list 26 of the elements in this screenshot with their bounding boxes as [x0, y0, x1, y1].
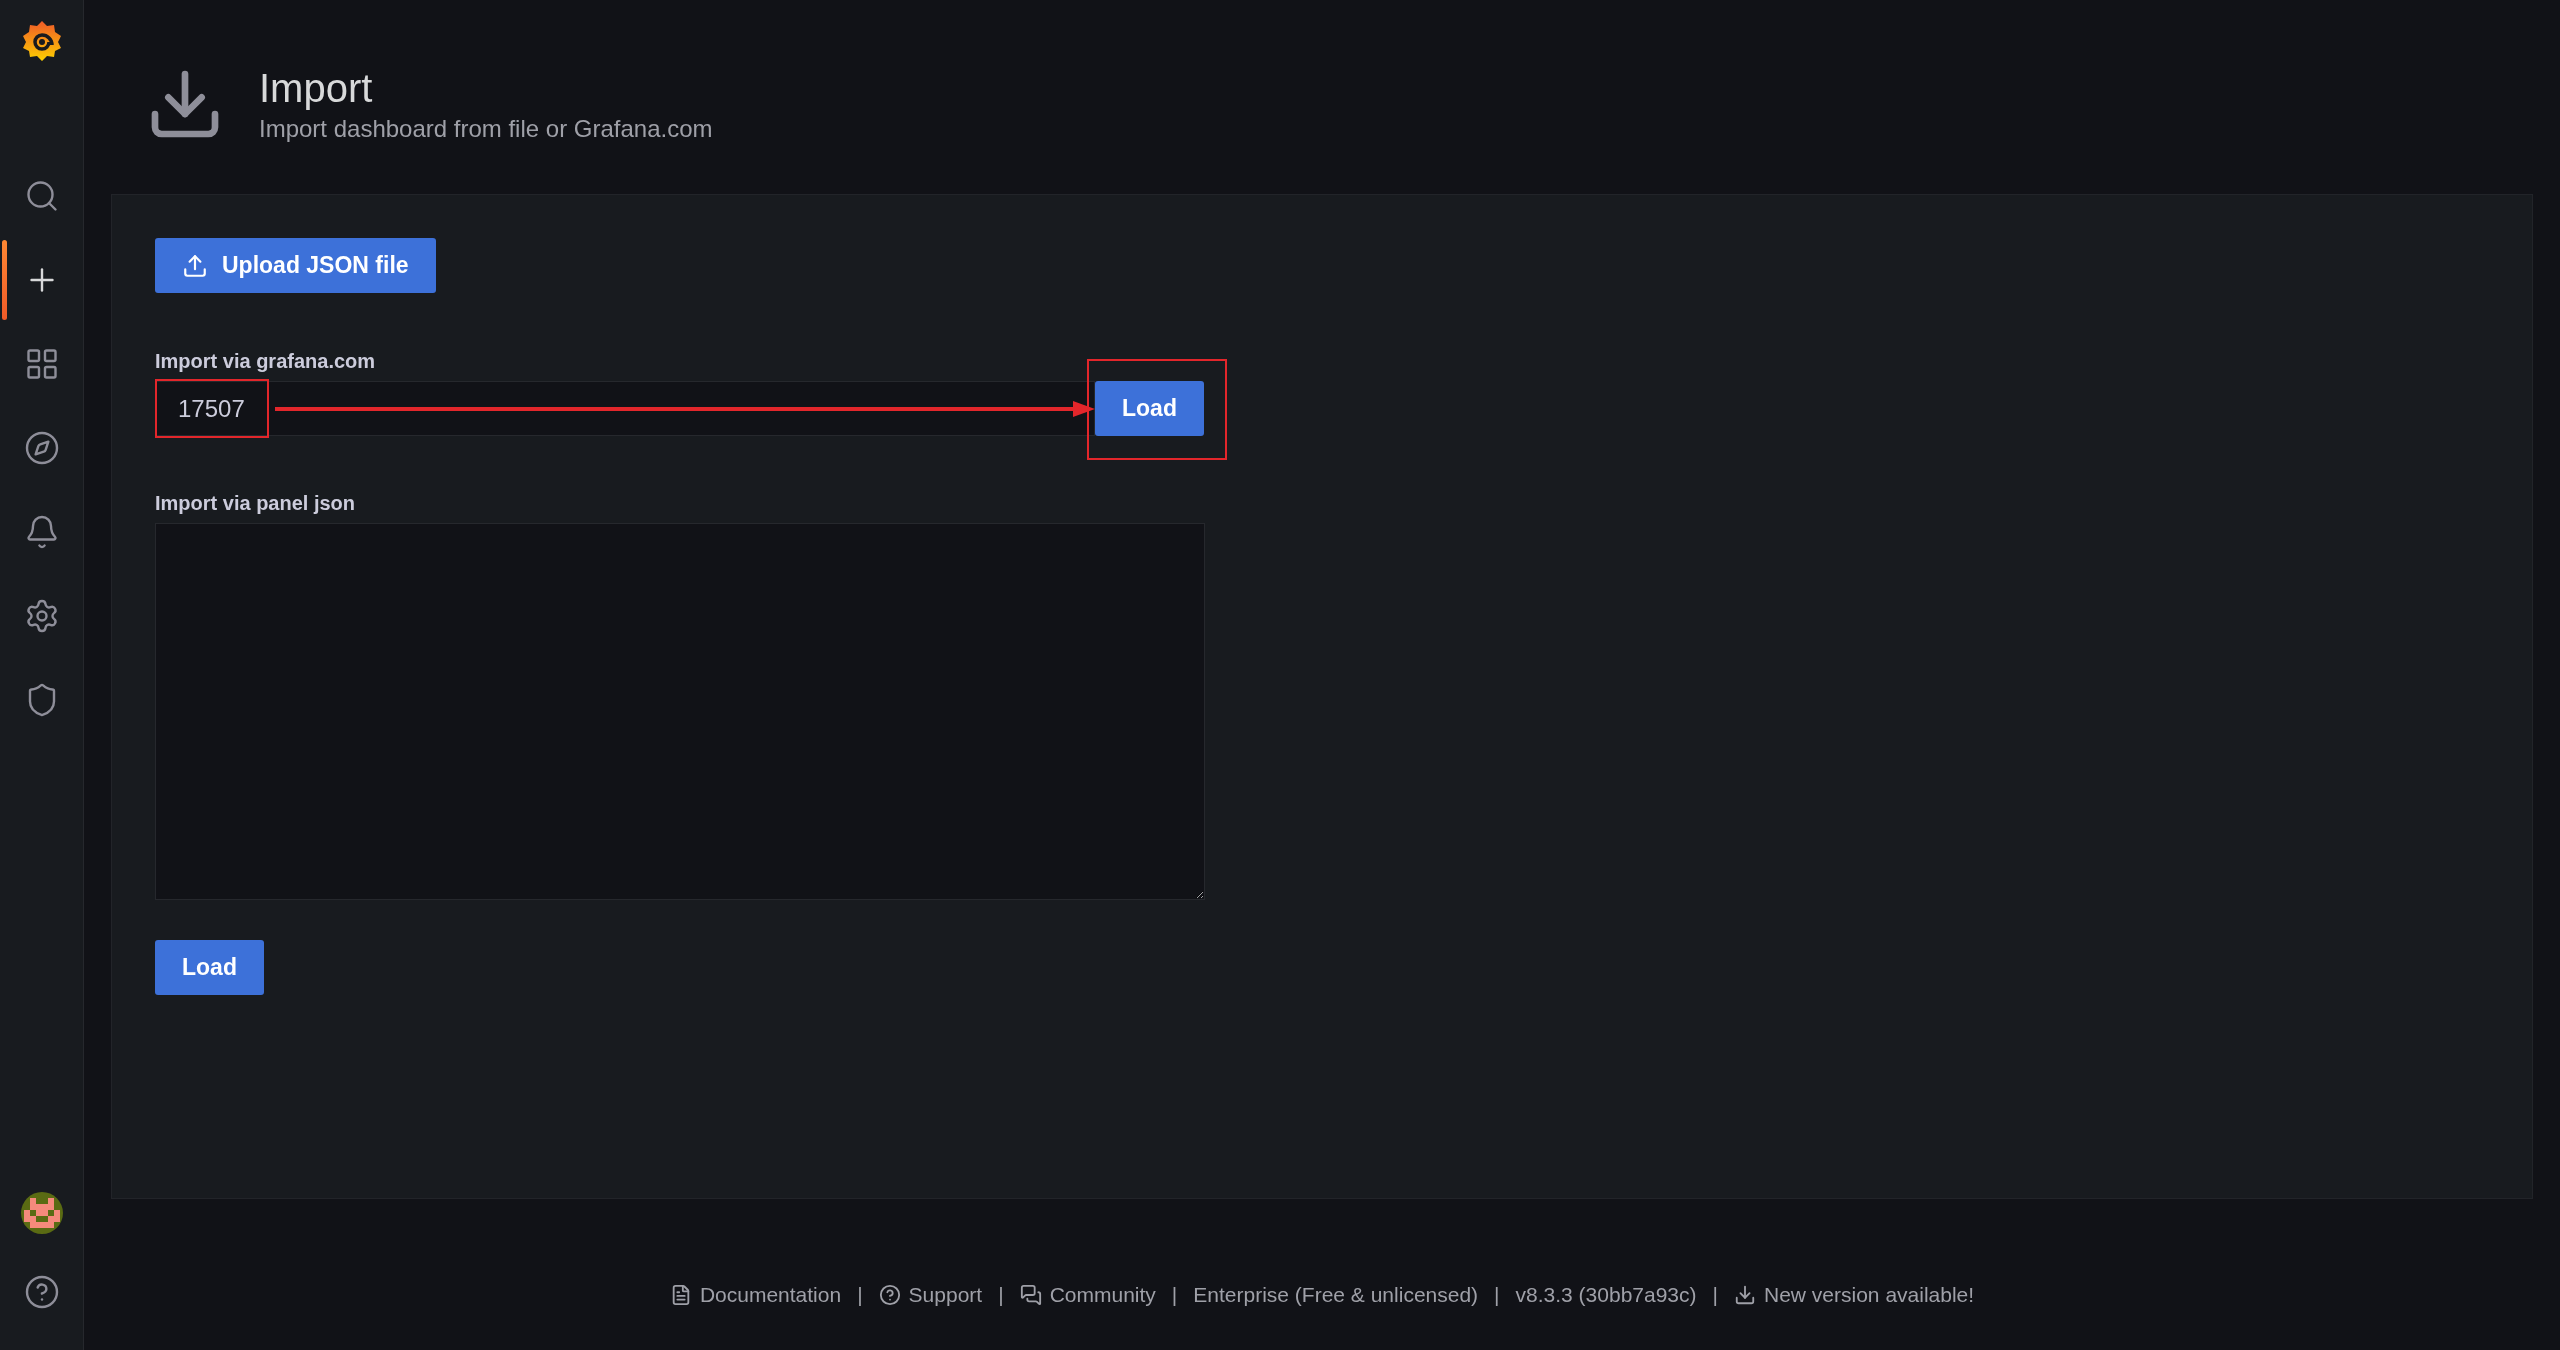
footer-link[interactable]: New version available! [1734, 1282, 1975, 1307]
field-label: Import via grafana.com [155, 350, 376, 373]
avatar-icon[interactable] [20, 1192, 63, 1234]
help-icon [878, 1283, 901, 1306]
load-button[interactable]: Load [155, 940, 264, 995]
input-field[interactable]: 17507 [155, 381, 1095, 436]
footer-separator: | [1712, 1282, 1718, 1307]
footer-separator: | [857, 1282, 863, 1307]
page-subtitle: Import dashboard from file or Grafana.com [259, 114, 713, 143]
chat-icon [1019, 1283, 1042, 1306]
upload-icon [182, 252, 208, 279]
upload-button[interactable]: Upload JSON file [155, 238, 436, 293]
page-title: Import [259, 65, 374, 111]
field-label: Import via panel json [155, 492, 356, 515]
footer-link[interactable]: Support [878, 1282, 983, 1307]
footer-text: v8.3.3 (30bb7a93c) [1515, 1282, 1697, 1307]
footer-separator: | [998, 1282, 1004, 1307]
compass-icon [23, 430, 60, 466]
help-icon[interactable] [23, 1274, 60, 1310]
footer-separator: | [1494, 1282, 1500, 1307]
download-icon [1734, 1283, 1756, 1306]
footer-separator: | [1171, 1282, 1178, 1307]
footer-link[interactable]: Community [1019, 1282, 1156, 1307]
load-button[interactable]: Load [1095, 381, 1204, 436]
footer-link[interactable]: Documentation [669, 1282, 842, 1307]
footer-text: Enterprise (Free & unlicensed) [1193, 1282, 1479, 1307]
